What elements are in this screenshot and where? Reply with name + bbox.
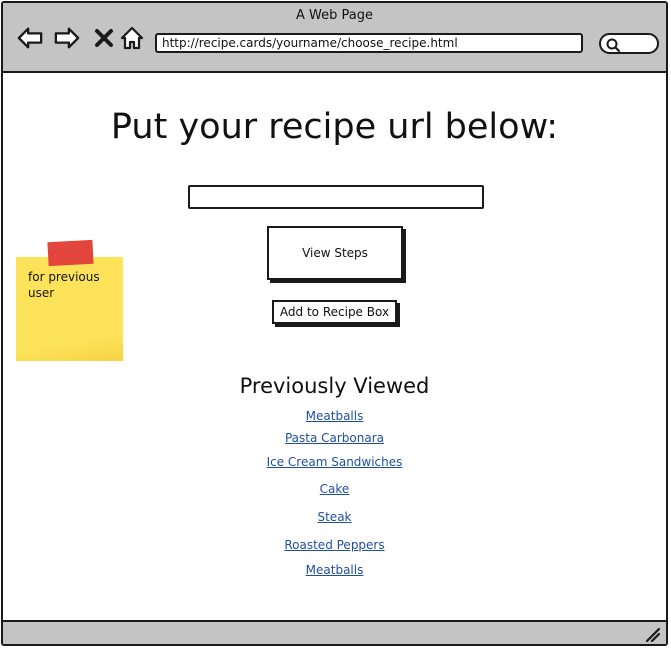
recent-recipe-item: Ice Cream Sandwiches	[3, 455, 666, 469]
address-bar[interactable]: http://recipe.cards/yourname/choose_reci…	[155, 33, 583, 53]
forward-arrow-icon[interactable]	[54, 25, 80, 51]
recent-recipe-link[interactable]: Meatballs	[306, 409, 364, 423]
recent-recipe-link[interactable]: Roasted Peppers	[284, 538, 384, 552]
recent-recipe-link[interactable]: Ice Cream Sandwiches	[267, 455, 403, 469]
add-to-recipe-box-button[interactable]: Add to Recipe Box	[272, 300, 397, 324]
browser-window: A Web Page http://recipe.cards/yourname/…	[1, 1, 668, 646]
browser-statusbar	[3, 620, 666, 644]
recent-recipe-item: Meatballs	[3, 563, 666, 577]
sticky-note-shading	[16, 333, 123, 361]
previously-viewed-heading: Previously Viewed	[239, 374, 430, 398]
browser-titlebar: A Web Page http://recipe.cards/yourname/…	[3, 3, 666, 73]
recent-recipe-link[interactable]: Cake	[320, 482, 350, 496]
recent-recipe-link[interactable]: Pasta Carbonara	[285, 431, 384, 445]
browser-search-field[interactable]	[599, 33, 659, 54]
search-icon	[606, 38, 621, 53]
sticky-note-tape	[47, 239, 94, 267]
recent-recipe-item: Cake	[3, 482, 666, 496]
recent-recipe-item: Pasta Carbonara	[3, 431, 666, 445]
resize-grip-icon[interactable]	[644, 626, 660, 642]
recent-recipe-item: Steak	[3, 510, 666, 524]
page-title: Put your recipe url below:	[110, 107, 559, 147]
close-x-icon[interactable]	[91, 25, 117, 51]
back-arrow-icon[interactable]	[17, 25, 43, 51]
recent-recipe-item: Meatballs	[3, 409, 666, 423]
sticky-note-text: for previous user	[28, 270, 100, 300]
recent-recipe-link[interactable]: Steak	[317, 510, 351, 524]
recipe-url-input[interactable]	[188, 185, 484, 209]
recent-recipe-link[interactable]: Meatballs	[306, 563, 364, 577]
view-steps-button[interactable]: View Steps	[267, 226, 403, 280]
home-icon[interactable]	[119, 25, 145, 51]
window-title: A Web Page	[296, 8, 373, 23]
recent-recipe-item: Roasted Peppers	[3, 538, 666, 552]
